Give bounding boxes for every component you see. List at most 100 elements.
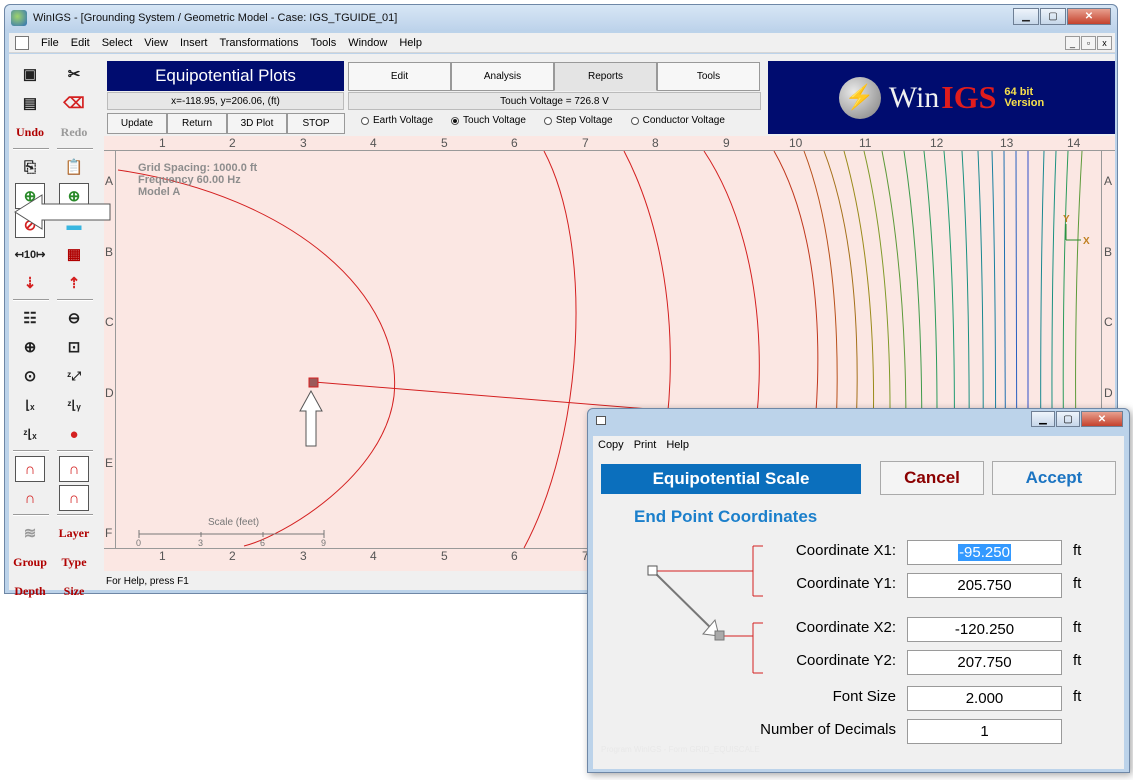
dimension-tool[interactable]: ↤10↦: [15, 241, 46, 267]
dialog-menu-copy[interactable]: Copy: [593, 439, 629, 451]
coordinate-y2-field[interactable]: 207.750: [907, 650, 1062, 675]
menu-file[interactable]: File: [35, 37, 65, 49]
undo-button[interactable]: Undo: [15, 119, 45, 145]
size-tool[interactable]: Size: [59, 578, 89, 604]
3d-plot-button[interactable]: 3D Plot: [227, 113, 287, 134]
separator: [13, 299, 49, 301]
dialog-title-bar: ▁ ▢ ✕: [588, 409, 1129, 433]
cancel-button[interactable]: Cancel: [880, 461, 984, 495]
building-tool[interactable]: ▦: [59, 241, 89, 267]
delete-tool[interactable]: ⌫: [59, 90, 89, 116]
dialog-minimize-button[interactable]: ▁: [1031, 411, 1055, 427]
building-icon: ▦: [66, 246, 82, 263]
magnet-tool[interactable]: ∩: [15, 485, 45, 511]
font-size-field[interactable]: 2.000: [907, 686, 1062, 711]
menu-help[interactable]: Help: [393, 37, 428, 49]
minimize-button[interactable]: ▁: [1013, 8, 1039, 25]
dialog-menu-help[interactable]: Help: [661, 439, 694, 451]
dialog-close-button[interactable]: ✕: [1081, 411, 1123, 427]
coordinate-x1-value: -95.250: [958, 544, 1011, 561]
separator: [57, 148, 93, 150]
coordinate-x2-label: Coordinate X2:: [795, 619, 896, 636]
save-tool[interactable]: ▣: [15, 61, 45, 87]
radio-conductor-voltage[interactable]: Conductor Voltage: [630, 115, 725, 126]
radio-earth-voltage[interactable]: Earth Voltage: [361, 115, 433, 126]
maximize-button[interactable]: ▢: [1040, 8, 1066, 25]
document-icon[interactable]: [15, 35, 29, 50]
dialog-icon: [596, 416, 606, 425]
split-tool[interactable]: ☷: [15, 305, 45, 331]
axis-3d-tool[interactable]: ᶻ⤢: [59, 363, 89, 389]
page-title: Equipotential Plots: [107, 61, 344, 91]
menu-select[interactable]: Select: [96, 37, 139, 49]
arrow-down-tool[interactable]: ⇣: [15, 270, 45, 296]
tab-edit[interactable]: Edit: [348, 62, 451, 91]
axis-xy-tool[interactable]: ⌊ₓ: [15, 392, 45, 418]
menu-window[interactable]: Window: [342, 37, 393, 49]
clipboard-icon: 📋: [64, 159, 84, 176]
menu-transformations[interactable]: Transformations: [213, 37, 304, 49]
arrow-up-tool[interactable]: ⇡: [59, 270, 89, 296]
menu-tools[interactable]: Tools: [305, 37, 343, 49]
coordinate-x1-field[interactable]: -95.250: [907, 540, 1062, 565]
radio-touch-voltage[interactable]: Touch Voltage: [451, 115, 526, 126]
cut-tool[interactable]: ✂: [59, 61, 89, 87]
magnet-icon: ∩: [24, 460, 36, 478]
dialog-menu-print[interactable]: Print: [629, 439, 662, 451]
return-button[interactable]: Return: [167, 113, 227, 134]
magnet-line-tool[interactable]: ∩: [59, 485, 89, 511]
plot-buttons: Update Return 3D Plot STOP: [107, 113, 345, 134]
mdi-maximize-button[interactable]: ▫: [1081, 35, 1096, 50]
axis-zy-tool[interactable]: ᶻ⌊ᵧ: [59, 392, 89, 418]
tab-reports[interactable]: Reports: [554, 62, 657, 91]
copy-tool[interactable]: ⎘: [15, 154, 45, 180]
voltage-type-radios: Earth Voltage Touch Voltage Step Voltage…: [361, 115, 725, 126]
number-of-decimals-label: Number of Decimals: [760, 721, 896, 738]
font-size-label: Font Size: [832, 688, 896, 705]
menu-edit[interactable]: Edit: [65, 37, 96, 49]
zoom-tool[interactable]: ⊙: [15, 363, 45, 389]
magnet-arrow-tool[interactable]: ∩: [59, 456, 89, 482]
close-button[interactable]: ✕: [1067, 8, 1111, 25]
sphere-icon: ●: [69, 425, 79, 443]
col-label: 1: [159, 136, 166, 150]
paste-tool[interactable]: 📋: [59, 154, 89, 180]
dialog-maximize-button[interactable]: ▢: [1056, 411, 1080, 427]
zoom-in-tool[interactable]: ⊕: [15, 334, 45, 360]
update-button[interactable]: Update: [107, 113, 167, 134]
tab-analysis[interactable]: Analysis: [451, 62, 554, 91]
menu-view[interactable]: View: [138, 37, 174, 49]
row-label: E: [105, 456, 114, 470]
rotate-3d-tool[interactable]: ●: [59, 421, 89, 447]
grid-magnet-tool[interactable]: ∩: [15, 456, 45, 482]
axis-zx-tool[interactable]: ᶻ⌊ₓ: [15, 421, 45, 447]
form-footer: Program WinIGS - Form GRID_EQUISCALE: [601, 745, 760, 754]
type-tool[interactable]: Type: [59, 549, 89, 575]
radio-step-voltage[interactable]: Step Voltage: [543, 115, 613, 126]
arrow-down-icon: ⇣: [23, 275, 37, 292]
mdi-minimize-button[interactable]: _: [1065, 35, 1080, 50]
row-label: C: [105, 315, 114, 329]
menu-bar: File Edit Select View Insert Transformat…: [9, 33, 1115, 53]
coordinate-y2-label: Coordinate Y2:: [796, 652, 896, 669]
redo-button[interactable]: Redo: [59, 119, 89, 145]
menu-insert[interactable]: Insert: [174, 37, 214, 49]
mdi-close-button[interactable]: x: [1097, 35, 1112, 50]
tab-tools[interactable]: Tools: [657, 62, 760, 91]
group-tool[interactable]: Group: [13, 549, 47, 575]
print-tool[interactable]: ▤: [15, 90, 45, 116]
accept-button[interactable]: Accept: [992, 461, 1116, 495]
axis-x-label: X: [1083, 236, 1090, 247]
row-label: A: [105, 174, 114, 188]
layers-tool[interactable]: ≋: [15, 520, 45, 546]
number-of-decimals-field[interactable]: 1: [907, 719, 1062, 744]
stop-button[interactable]: STOP: [287, 113, 345, 134]
zoom-out-tool[interactable]: ⊖: [59, 305, 89, 331]
layer-tool[interactable]: Layer: [59, 520, 90, 546]
coordinate-y1-field[interactable]: 205.750: [907, 573, 1062, 598]
zoom-window-tool[interactable]: ⊡: [59, 334, 89, 360]
coordinate-x2-field[interactable]: -120.250: [907, 617, 1062, 642]
coordinate-y1-unit: ft: [1073, 575, 1082, 592]
depth-tool[interactable]: Depth: [14, 578, 45, 604]
col-label: 6: [511, 549, 518, 563]
